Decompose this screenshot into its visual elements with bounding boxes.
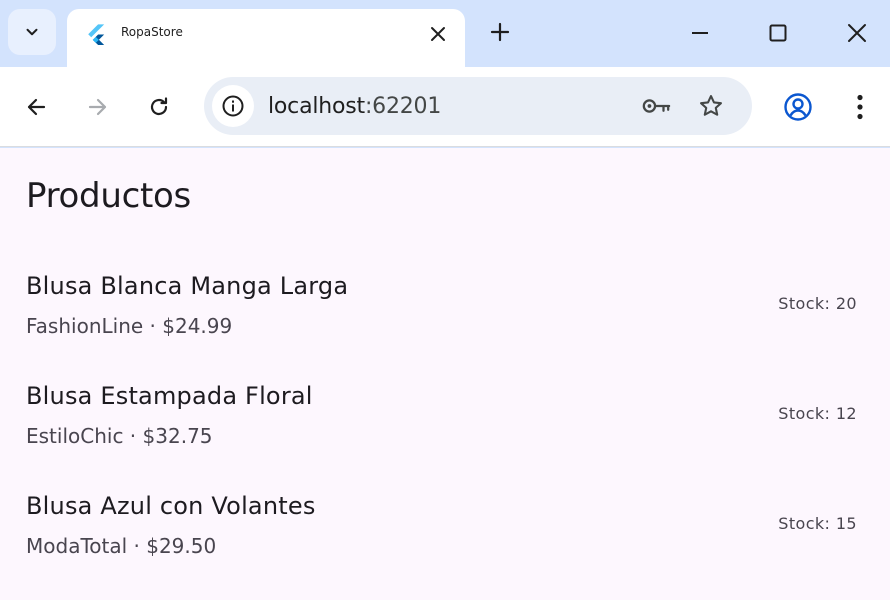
password-manager-button[interactable] [641,91,671,121]
bookmark-button[interactable] [696,91,726,121]
close-window-icon [848,24,866,42]
subtitle-separator: · [127,534,147,558]
back-arrow-icon [27,98,46,116]
profile-icon [784,93,812,121]
star-icon [700,95,722,116]
product-stock: Stock: 20 [778,294,857,313]
chevron-down-icon [26,28,38,36]
plus-icon [490,22,510,42]
product-brand: FashionLine [26,314,144,338]
reload-button[interactable] [139,87,179,127]
product-name: Blusa Estampada Floral [26,382,313,410]
product-brand: EstiloChic [26,424,124,448]
key-icon [642,99,671,113]
page-content: Productos Blusa Blanca Manga Larga Fashi… [0,148,890,600]
info-icon [222,95,244,117]
subtitle-separator: · [123,424,143,448]
minimize-window-button[interactable] [680,14,720,52]
tab-close-button[interactable] [425,21,451,47]
product-subtitle: FashionLine · $24.99 [26,314,232,338]
minimize-icon [692,32,708,34]
product-subtitle: ModaTotal · $29.50 [26,534,216,558]
product-name: Blusa Azul con Volantes [26,492,316,520]
product-stock: Stock: 15 [778,514,857,533]
address-bar[interactable]: localhost:62201 [204,77,752,135]
more-vert-icon [857,94,863,120]
product-brand: ModaTotal [26,534,128,558]
tab-search-button[interactable] [8,9,56,55]
flutter-favicon-icon [88,24,105,45]
forward-button[interactable] [78,87,118,127]
profile-button[interactable] [778,87,818,127]
product-stock: Stock: 12 [778,404,857,423]
new-tab-button[interactable] [484,16,516,48]
product-price: $32.75 [142,424,213,448]
product-name: Blusa Blanca Manga Larga [26,272,349,300]
page-title: Productos [26,176,191,216]
subtitle-separator: · [143,314,163,338]
site-info-button[interactable] [212,85,254,127]
tab-strip: RopaStore [0,0,890,67]
product-price: $29.50 [146,534,217,558]
url-port: :62201 [364,94,442,119]
active-tab[interactable]: RopaStore [67,9,465,67]
product-list-item[interactable]: Blusa Azul con Volantes ModaTotal · $29.… [0,488,890,588]
tab-title: RopaStore [121,25,183,39]
back-button[interactable] [16,87,56,127]
product-subtitle: EstiloChic · $32.75 [26,424,213,448]
more-menu-button[interactable] [840,87,880,127]
close-icon [431,27,445,41]
close-window-button[interactable] [837,14,877,52]
url-text[interactable]: localhost:62201 [268,94,441,119]
product-price: $24.99 [162,314,233,338]
maximize-icon [769,24,787,42]
reload-icon [150,97,168,116]
forward-arrow-icon [88,98,107,116]
url-host: localhost [268,94,365,119]
browser-toolbar: localhost:62201 [0,67,890,147]
product-list-item[interactable]: Blusa Blanca Manga Larga FashionLine · $… [0,268,890,368]
product-list-item[interactable]: Blusa Estampada Floral EstiloChic · $32.… [0,378,890,478]
maximize-window-button[interactable] [758,14,798,52]
